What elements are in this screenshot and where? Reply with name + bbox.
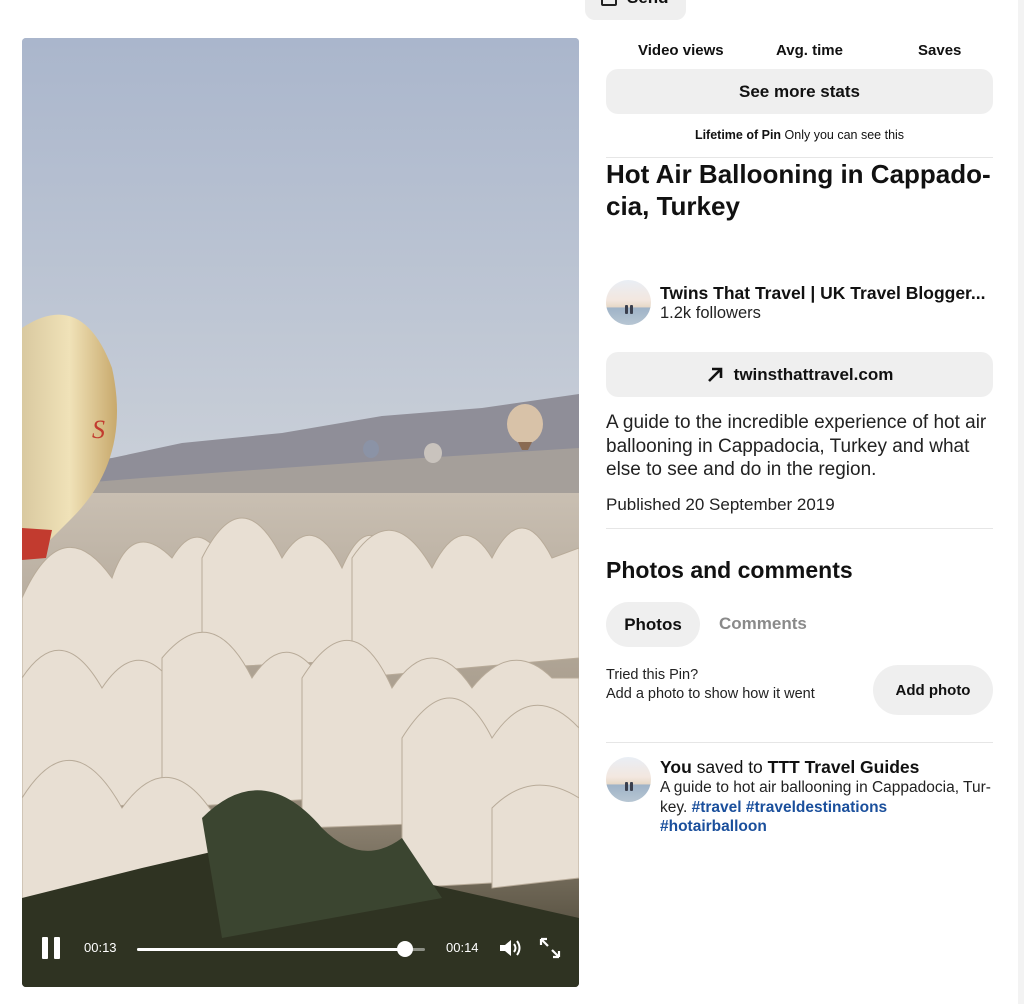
send-label: Send (627, 0, 669, 8)
activity-description-line-3: #hotairballoon (660, 817, 993, 837)
pin-title-line-2: cia, Turkey (606, 191, 740, 221)
arrow-up-right-icon (707, 367, 722, 382)
pin-title-line-1: Hot Air Ballooning in Cappado- (606, 159, 991, 189)
creator-avatar[interactable] (606, 280, 651, 325)
activity-description-line-2: key. #travel #traveldestinations (660, 798, 993, 818)
tried-line-1: Tried this Pin? (606, 667, 699, 683)
website-link-label: twinsthattravel.com (733, 364, 894, 384)
progress-handle[interactable] (396, 941, 413, 957)
hashtag-link[interactable]: #travel (692, 799, 742, 816)
hashtag-link[interactable]: #traveldestinations (746, 799, 887, 816)
send-button[interactable]: Send (585, 0, 686, 20)
video-controls: 00:13 00:14 (22, 927, 579, 987)
user-avatar[interactable] (606, 757, 651, 802)
divider (606, 742, 993, 743)
lifetime-privacy: Only you can see this (784, 128, 905, 142)
activity-board[interactable]: TTT Travel Guides (768, 757, 920, 777)
lifetime-label: Lifetime of Pin (694, 128, 782, 142)
hashtag-link[interactable]: #hotairballoon (660, 818, 767, 835)
activity-description: A guide to hot air ballooning in Cappado… (660, 778, 993, 837)
activity-line: You saved to TTT Travel Guides (660, 757, 993, 778)
activity-item: You saved to TTT Travel Guides A guide t… (660, 757, 993, 837)
creator-name[interactable]: Twins That Travel | UK Travel Blogger... (660, 283, 993, 304)
activity-user[interactable]: You (660, 757, 692, 777)
tab-photos[interactable]: Photos (606, 602, 700, 647)
stat-video-views: Video views (638, 42, 724, 59)
stat-avg-time: Avg. time (776, 42, 843, 59)
stats-header: Video views Avg. time Saves (606, 42, 993, 62)
see-more-stats-button[interactable]: See more stats (606, 69, 993, 114)
add-photo-label: Add photo (895, 681, 971, 699)
photos-comments-title: Photos and comments (606, 557, 853, 583)
tab-photos-label: Photos (624, 614, 682, 634)
video-frame: S (22, 38, 579, 987)
progress-bar[interactable] (137, 948, 425, 951)
see-more-stats-label: See more stats (739, 81, 860, 101)
send-icon (601, 0, 617, 6)
add-photo-button[interactable]: Add photo (873, 665, 993, 715)
tried-prompt: Tried this Pin? Add a photo to show how … (606, 666, 815, 704)
stat-saves: Saves (918, 42, 962, 59)
lifetime-note: Lifetime of Pin Only you can see this (606, 128, 993, 142)
tried-line-2: Add a photo to show how it went (606, 686, 815, 702)
pin-title: Hot Air Ballooning in Cappado- cia, Turk… (606, 158, 993, 222)
volume-icon[interactable] (497, 935, 523, 961)
published-date: Published 20 September 2019 (606, 495, 835, 514)
divider (606, 528, 993, 529)
tab-comments[interactable]: Comments (719, 614, 807, 634)
svg-text:S: S (92, 415, 105, 444)
current-time: 00:13 (84, 940, 117, 955)
video-player[interactable]: S 00:13 00:14 (22, 38, 579, 987)
website-link-button[interactable]: twinsthattravel.com (606, 352, 993, 397)
pin-description: A guide to the incredible experience of … (606, 412, 987, 480)
progress-fill (137, 948, 405, 951)
creator-followers: 1.2k followers (660, 304, 761, 322)
pause-icon[interactable] (42, 937, 60, 959)
activity-action: saved to (691, 757, 768, 777)
duration: 00:14 (446, 940, 479, 955)
fullscreen-icon[interactable] (537, 935, 563, 961)
activity-description-line-1: A guide to hot air ballooning in Cappado… (660, 779, 991, 796)
activity-description-prefix: key. (660, 798, 692, 816)
page-scrollbar[interactable] (1018, 0, 1024, 1004)
